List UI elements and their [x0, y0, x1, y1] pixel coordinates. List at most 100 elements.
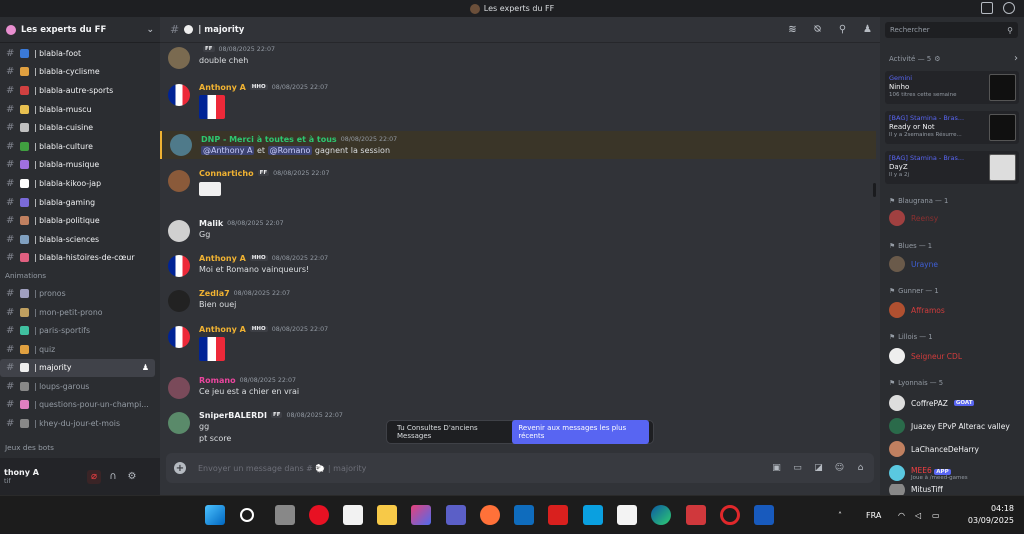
author-name[interactable]: Anthony A	[199, 254, 246, 263]
opera-icon[interactable]	[720, 505, 740, 525]
jump-to-present-button[interactable]: Revenir aux messages les plus récents	[512, 420, 649, 444]
m365-icon[interactable]	[411, 505, 431, 525]
channel-paris-sportifs[interactable]: # | paris-sportifs	[0, 321, 155, 340]
outlook-icon[interactable]	[514, 505, 534, 525]
channel-pronos[interactable]: # | pronos	[0, 284, 155, 303]
channel-blabla-musique[interactable]: # | blabla-musique	[0, 156, 155, 175]
headphones-icon[interactable]: ∩	[106, 470, 120, 484]
member-item[interactable]: MEE6 APP Joue à /meed-games	[889, 462, 968, 484]
avatar[interactable]	[168, 255, 190, 277]
record-icon[interactable]	[309, 505, 329, 525]
channel-blabla-gaming[interactable]: # | blabla-gaming	[0, 193, 155, 212]
word-icon[interactable]	[754, 505, 774, 525]
language-indicator[interactable]: FRA	[866, 496, 881, 534]
settings-gear-icon[interactable]: ⚙	[125, 470, 139, 484]
mobilities-icon[interactable]	[583, 505, 603, 525]
chevron-right-icon[interactable]: ›	[1014, 53, 1018, 64]
category-bots[interactable]: Jeux des bots	[0, 439, 160, 456]
volume-icon[interactable]: ◁	[915, 496, 921, 534]
help-icon[interactable]	[1003, 2, 1015, 14]
avatar[interactable]	[168, 290, 190, 312]
channel-khey-du-jour-et-mois[interactable]: # | khey-du-jour-et-mois	[0, 414, 155, 433]
avatar[interactable]	[168, 377, 190, 399]
avatar[interactable]	[168, 170, 190, 192]
apps-icon[interactable]: ⌂	[855, 463, 866, 474]
server-header[interactable]: Les experts du FF ⌄	[0, 17, 160, 43]
member-item[interactable]: MitusTiff	[889, 484, 943, 495]
avatar[interactable]	[168, 47, 190, 69]
avatar[interactable]	[168, 84, 190, 106]
member-item[interactable]: Urayne	[889, 255, 938, 273]
author-name[interactable]: Romano	[199, 376, 236, 385]
author-name[interactable]: SniperBALERDI	[199, 411, 267, 420]
channel-blabla-autre-sports[interactable]: # | blabla-autre-sports	[0, 81, 155, 100]
member-item[interactable]: Afframos	[889, 301, 945, 319]
avatar[interactable]	[168, 326, 190, 348]
members-icon[interactable]: ♟	[861, 23, 874, 36]
scrollbar-thumb[interactable]	[873, 183, 876, 197]
attachment-image[interactable]	[199, 95, 225, 119]
author-name[interactable]: Malik	[199, 219, 223, 228]
channel-mon-petit-prono[interactable]: # | mon-petit-prono	[0, 303, 155, 322]
mention[interactable]: @Romano	[267, 146, 313, 155]
notepad-icon[interactable]	[343, 505, 363, 525]
emoji-icon[interactable]: ☺	[834, 463, 845, 474]
file-explorer-icon[interactable]	[377, 505, 397, 525]
notifications-muted-icon[interactable]: ⍉	[811, 23, 824, 36]
add-member-icon[interactable]: ♟	[142, 363, 149, 372]
category-animations[interactable]: Animations	[0, 267, 160, 284]
activity-card[interactable]: [BAG] Stamina - Bras... DayZ Il y a 2j	[885, 151, 1019, 184]
inbox-icon[interactable]	[981, 2, 993, 14]
channel-blabla-kikoo-jap[interactable]: # | blabla-kikoo-jap	[0, 174, 155, 193]
battery-icon[interactable]: ▭	[932, 496, 940, 534]
wifi-icon[interactable]: ◠	[898, 496, 905, 534]
sticker-icon[interactable]: ◪	[813, 463, 824, 474]
teams-icon[interactable]	[446, 505, 466, 525]
threads-icon[interactable]: ≋	[786, 23, 799, 36]
channel-blabla-foot[interactable]: # | blabla-foot	[0, 44, 155, 63]
channel-blabla-politique[interactable]: # | blabla-politique	[0, 211, 155, 230]
author-name[interactable]: Connarticho	[199, 169, 254, 178]
gear-icon[interactable]: ⚙	[934, 55, 940, 63]
activity-card[interactable]: Gemini Ninho 106 titres cette semaine	[885, 71, 1019, 104]
avatar[interactable]	[170, 134, 192, 156]
add-attachment-icon[interactable]: +	[174, 462, 186, 474]
member-item[interactable]: Juazey EPvP Alterac valley	[889, 417, 1010, 435]
channel-quiz[interactable]: # | quiz	[0, 340, 155, 359]
channel-blabla-culture[interactable]: # | blabla-culture	[0, 137, 155, 156]
start-icon[interactable]	[205, 505, 225, 525]
channel-blabla-histoires-de-cœur[interactable]: # | blabla-histoires-de-cœur	[0, 249, 155, 268]
search-icon[interactable]	[240, 508, 254, 522]
gif-icon[interactable]: ▭	[792, 463, 803, 474]
mention[interactable]: @Anthony A	[201, 146, 255, 155]
firefox-icon[interactable]	[480, 505, 500, 525]
channel-blabla-cuisine[interactable]: # | blabla-cuisine	[0, 118, 155, 137]
gift-icon[interactable]: ▣	[771, 463, 782, 474]
channel-loups-garous[interactable]: # | loups-garous	[0, 377, 155, 396]
user-info[interactable]: thony A tif	[4, 468, 82, 485]
activity-card[interactable]: [BAG] Stamina - Bras... Ready or Not Il …	[885, 111, 1019, 144]
channel-blabla-sciences[interactable]: # | blabla-sciences	[0, 230, 155, 249]
edge-icon[interactable]	[651, 505, 671, 525]
message-input[interactable]	[198, 463, 759, 473]
tlc-icon[interactable]	[548, 505, 568, 525]
channel-blabla-muscu[interactable]: # | blabla-muscu	[0, 100, 155, 119]
task-view-icon[interactable]	[275, 505, 295, 525]
member-item[interactable]: Seigneur CDL	[889, 347, 962, 365]
mute-mic-icon[interactable]: ⌀	[87, 469, 101, 484]
channel-majority[interactable]: # | majority ♟	[0, 358, 155, 378]
member-item[interactable]: Reensy	[889, 209, 938, 227]
author-name[interactable]: Anthony A	[199, 83, 246, 92]
clock[interactable]: 04:18 03/09/2025	[968, 503, 1014, 527]
member-item[interactable]: CoffrePAZ GOAT	[889, 394, 975, 412]
store-icon[interactable]	[617, 505, 637, 525]
avatar[interactable]	[168, 412, 190, 434]
attachment-image[interactable]	[199, 337, 225, 361]
app-icon[interactable]	[686, 505, 706, 525]
pin-icon[interactable]: ⚲	[836, 23, 849, 36]
chevron-up-icon[interactable]: ˄	[838, 496, 842, 534]
author-name[interactable]: Zedla7	[199, 289, 230, 298]
channel-questions-pour-un-champi[interactable]: # | questions-pour-un-champi...	[0, 396, 155, 415]
chevron-down-icon[interactable]: ⌄	[146, 25, 154, 35]
author-name[interactable]: Anthony A	[199, 325, 246, 334]
